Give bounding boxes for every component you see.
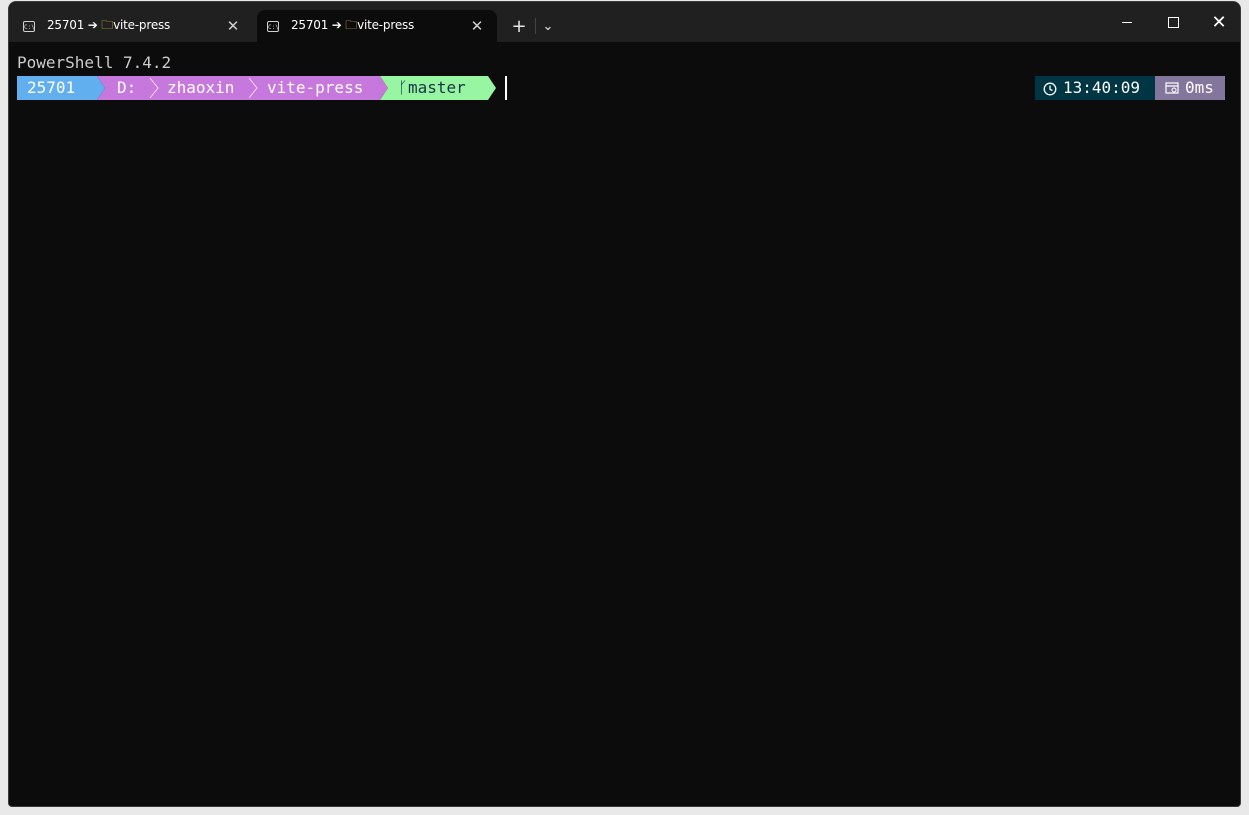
tab-2-active[interactable]: C:\ 25701 ➔ 🗀vite-press ✕ bbox=[257, 10, 497, 42]
maximize-icon bbox=[1167, 16, 1179, 28]
path-separator-icon bbox=[248, 77, 258, 99]
prompt-time: 13:40:09 bbox=[1063, 78, 1141, 97]
prompt-user: 25701 bbox=[27, 78, 76, 97]
prompt-exec-time: 0ms bbox=[1185, 78, 1214, 97]
terminal-content[interactable]: PowerShell 7.4.2 25701 D: zhaoxin vite-p… bbox=[9, 42, 1240, 806]
tab-title: 25701 ➔ 🗀vite-press bbox=[47, 17, 171, 32]
close-window-button[interactable]: ✕ bbox=[1196, 2, 1240, 42]
folder-icon: 🗀 bbox=[101, 17, 114, 32]
tab-title: 25701 ➔ 🗀vite-press bbox=[291, 17, 415, 32]
terminal-icon: C:\ bbox=[267, 20, 279, 32]
powershell-banner: PowerShell 7.4.2 bbox=[17, 53, 172, 72]
prompt-user-segment: 25701 bbox=[17, 76, 105, 100]
folder-icon: 🗀 bbox=[345, 17, 358, 32]
git-branch-icon: ᚴ bbox=[398, 78, 408, 97]
prompt-dir-vite-press: vite-press bbox=[267, 78, 364, 97]
prompt-drive: D: bbox=[117, 78, 137, 97]
clock-icon bbox=[1043, 82, 1057, 95]
path-separator-icon bbox=[149, 77, 159, 99]
new-tab-button[interactable]: + bbox=[505, 12, 533, 40]
text-cursor bbox=[505, 76, 507, 100]
stopwatch-icon bbox=[1165, 82, 1179, 94]
prompt-time-segment: 13:40:09 bbox=[1035, 76, 1155, 100]
minimize-button[interactable] bbox=[1104, 2, 1150, 42]
divider bbox=[535, 18, 536, 34]
prompt-branch: master bbox=[408, 78, 466, 97]
prompt-path-segment: D: zhaoxin vite-press bbox=[97, 76, 388, 100]
minimize-icon bbox=[1122, 21, 1132, 23]
close-tab-icon[interactable]: ✕ bbox=[223, 17, 243, 35]
close-tab-icon[interactable]: ✕ bbox=[467, 17, 487, 35]
maximize-button[interactable] bbox=[1150, 2, 1196, 42]
prompt-git-segment: ᚴ master bbox=[380, 76, 496, 100]
title-bar[interactable]: C:\ 25701 ➔ 🗀vite-press ✕ C:\ 25701 ➔ 🗀v… bbox=[9, 2, 1240, 42]
tab-1[interactable]: C:\ 25701 ➔ 🗀vite-press ✕ bbox=[13, 10, 253, 42]
chevron-down-icon[interactable]: ⌄ bbox=[537, 12, 559, 40]
terminal-icon: C:\ bbox=[23, 20, 35, 32]
prompt-dir-zhaoxin: zhaoxin bbox=[167, 78, 235, 97]
terminal-window: C:\ 25701 ➔ 🗀vite-press ✕ C:\ 25701 ➔ 🗀v… bbox=[8, 1, 1241, 807]
prompt-exec-segment: 0ms bbox=[1155, 76, 1225, 100]
